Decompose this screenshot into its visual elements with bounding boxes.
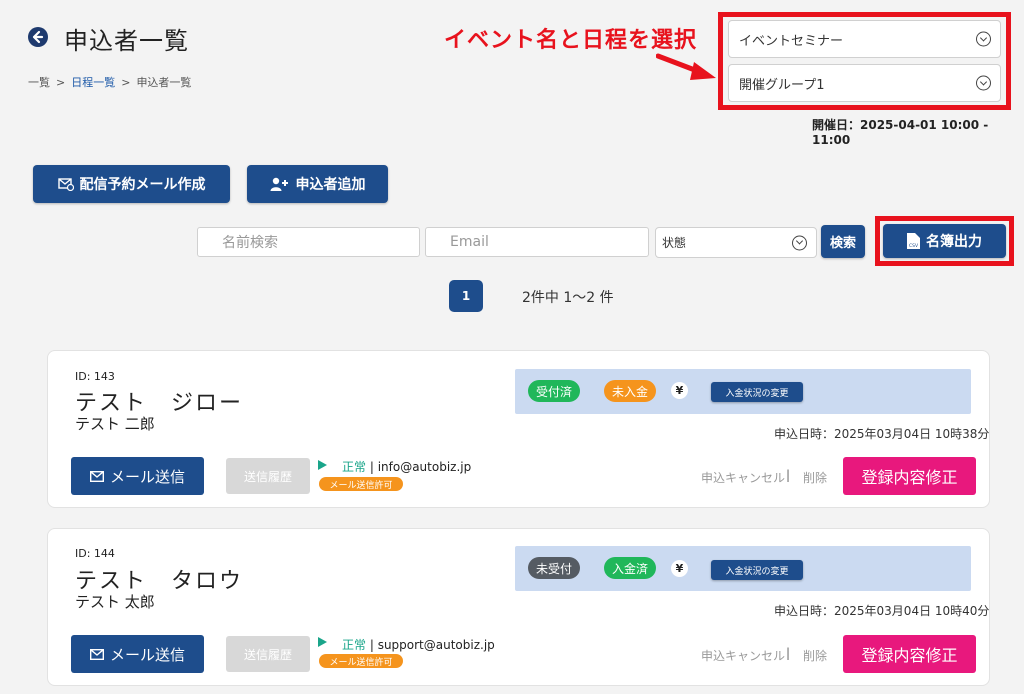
annotation-arrow-icon	[656, 53, 716, 80]
separator: |	[786, 468, 791, 482]
breadcrumb-separator: >	[56, 75, 66, 89]
send-mail-button[interactable]: メール送信	[71, 457, 204, 495]
payment-badge: 未入金	[604, 380, 656, 402]
mail-status-ok: 正常	[342, 460, 367, 474]
send-mail-label: メール送信	[109, 645, 185, 664]
breadcrumb-item-list[interactable]: 一覧	[28, 74, 50, 90]
mail-permit-tag: メール送信許可	[319, 654, 403, 668]
user-plus-icon	[270, 177, 288, 191]
payment-badge: 入金済	[604, 557, 656, 579]
mail-status-email: | support@autobiz.jp	[366, 638, 495, 652]
chevron-down-icon	[976, 75, 991, 91]
search-button-label: 検索	[829, 236, 856, 251]
email-search-input[interactable]: Email	[425, 227, 649, 257]
cancel-application-link[interactable]: 申込キャンセル	[701, 469, 785, 486]
add-applicant-label: 申込者追加	[295, 177, 366, 193]
schedule-mail-label: 配信予約メール作成	[79, 177, 206, 193]
yen-icon: ¥	[671, 560, 688, 577]
group-select[interactable]: 開催グループ1	[728, 64, 1001, 102]
applicant-name-kanji: テスト 太郎	[75, 593, 155, 611]
cancel-application-link[interactable]: 申込キャンセル	[701, 647, 785, 664]
csv-export-label: 名簿出力	[926, 234, 982, 250]
send-mail-label: メール送信	[109, 467, 185, 486]
applicant-id: ID: 144	[75, 547, 115, 560]
mail-status: 正常 | support@autobiz.jp	[342, 636, 495, 653]
change-payment-button[interactable]: 入金状況の変更	[711, 560, 803, 580]
separator: |	[786, 646, 791, 660]
search-button[interactable]: 検索	[821, 225, 865, 258]
applied-datetime: 申込日時：2025年03月04日 10時40分	[774, 604, 990, 618]
breadcrumb-item-current: 申込者一覧	[136, 76, 192, 89]
play-icon	[318, 460, 327, 470]
breadcrumb-separator: >	[121, 75, 131, 89]
status-select-value: 状態	[662, 236, 687, 250]
applicant-name-kanji: テスト 二郎	[75, 415, 155, 433]
back-arrow-icon[interactable]	[28, 27, 48, 47]
reception-badge: 未受付	[528, 557, 580, 579]
svg-text:CSV: CSV	[909, 243, 919, 249]
csv-export-button[interactable]: CSV 名簿出力	[883, 224, 1006, 258]
delete-link[interactable]: 削除	[803, 647, 827, 664]
edit-registration-button[interactable]: 登録内容修正	[843, 457, 976, 495]
play-icon	[318, 637, 327, 647]
status-select[interactable]: 状態	[655, 227, 817, 258]
edit-registration-button[interactable]: 登録内容修正	[843, 635, 976, 673]
page-title: 申込者一覧	[64, 27, 189, 55]
mail-status-ok: 正常	[342, 638, 367, 652]
applied-datetime: 申込日時：2025年03月04日 10時38分	[774, 427, 990, 441]
yen-icon: ¥	[671, 382, 688, 399]
group-select-value: 開催グループ1	[739, 77, 825, 93]
add-applicant-button[interactable]: 申込者追加	[247, 165, 388, 203]
breadcrumb: 一覧 > 日程一覧 > 申込者一覧	[28, 74, 191, 90]
chevron-down-icon	[976, 31, 991, 47]
mail-status-email: | info@autobiz.jp	[366, 460, 472, 474]
breadcrumb-item-schedule[interactable]: 日程一覧	[71, 74, 115, 90]
applicant-id: ID: 143	[75, 370, 115, 383]
chevron-down-icon	[792, 235, 807, 250]
mail-status: 正常 | info@autobiz.jp	[342, 458, 471, 475]
page-1-button[interactable]: 1	[449, 280, 483, 312]
name-search-input[interactable]: 名前検索	[197, 227, 420, 257]
mail-permit-tag: メール送信許可	[319, 477, 403, 491]
send-mail-button[interactable]: メール送信	[71, 635, 204, 673]
send-history-button[interactable]: 送信履歴	[226, 636, 310, 672]
reception-badge: 受付済	[528, 380, 580, 402]
result-count: 2件中 1～2 件	[522, 290, 614, 306]
event-select[interactable]: イベントセミナー	[728, 20, 1001, 58]
schedule-mail-button[interactable]: 配信予約メール作成	[33, 165, 230, 203]
envelope-icon	[89, 648, 104, 660]
event-select-value: イベントセミナー	[739, 33, 844, 49]
mail-clock-icon	[57, 178, 74, 191]
send-history-button[interactable]: 送信履歴	[226, 458, 310, 494]
csv-file-icon: CSV	[907, 233, 920, 249]
envelope-icon	[89, 470, 104, 482]
change-payment-button[interactable]: 入金状況の変更	[711, 382, 803, 402]
delete-link[interactable]: 削除	[803, 469, 827, 486]
event-date: 開催日：2025-04-01 10:00 - 11:00	[812, 118, 989, 147]
